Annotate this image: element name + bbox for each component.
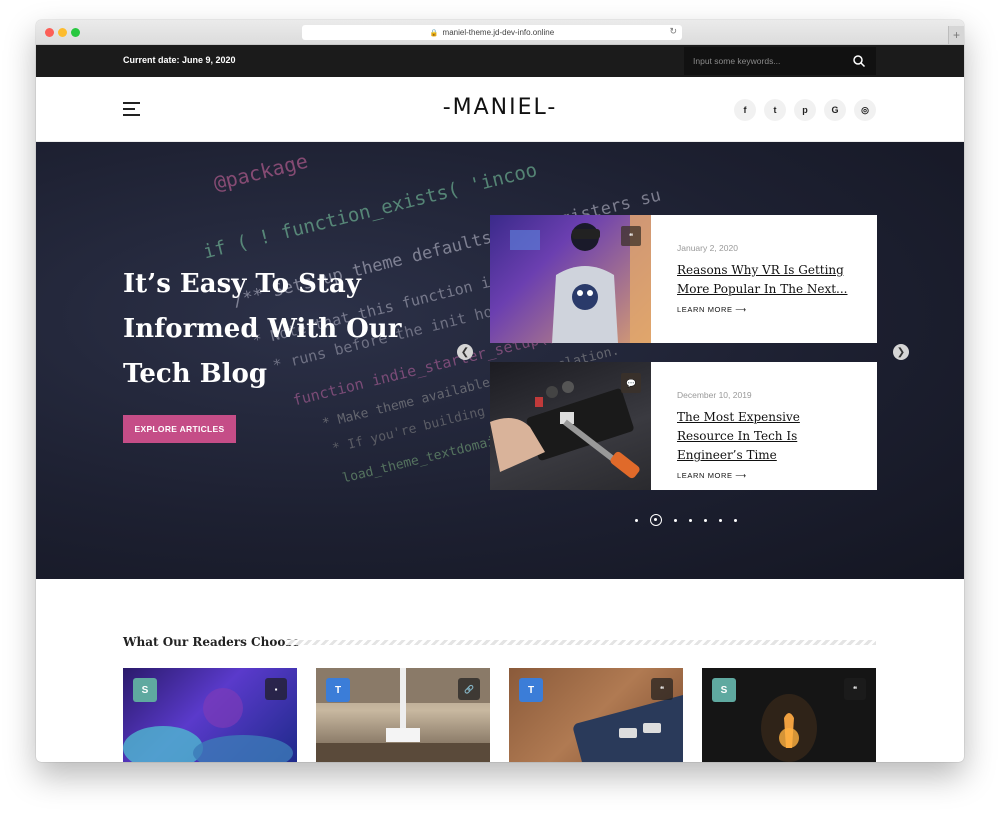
url-text: maniel-theme.jd-dev-info.online xyxy=(442,28,555,37)
chat-icon: ▪ xyxy=(265,678,287,700)
slider-dot[interactable] xyxy=(674,518,677,522)
slider-next-arrow-icon[interactable]: ❯ xyxy=(893,344,909,360)
explore-articles-button[interactable]: EXPLORE ARTICLES xyxy=(123,415,236,443)
learn-more-link[interactable]: LEARN MORE ⟶ xyxy=(677,305,857,314)
slider-dots xyxy=(635,514,737,526)
quote-icon: ❝ xyxy=(844,678,866,700)
twitter-icon[interactable]: t xyxy=(764,99,786,121)
post-thumbnail[interactable]: S ❝ xyxy=(702,668,876,762)
address-bar[interactable]: 🔒 maniel-theme.jd-dev-info.online ↻ xyxy=(302,25,682,40)
section-title: What Our Readers Choose xyxy=(123,635,300,649)
post-image[interactable]: 💬 xyxy=(490,362,651,490)
category-badge[interactable]: S xyxy=(133,678,157,702)
top-bar: Current date: June 9, 2020 xyxy=(36,45,964,77)
current-date: Current date: June 9, 2020 xyxy=(123,55,236,65)
post-title[interactable]: The Most Expensive Resource In Tech Is E… xyxy=(677,408,857,465)
browser-chrome: 🔒 maniel-theme.jd-dev-info.online ↻ + xyxy=(36,20,964,45)
link-icon: 🔗 xyxy=(458,678,480,700)
instagram-icon[interactable]: ◎ xyxy=(854,99,876,121)
browser-window: 🔒 maniel-theme.jd-dev-info.online ↻ + Cu… xyxy=(36,20,964,762)
slider-dot-active[interactable] xyxy=(650,514,662,526)
maximize-window-button[interactable] xyxy=(71,28,80,37)
post-content: December 10, 2019 The Most Expensive Res… xyxy=(651,362,857,490)
search-box xyxy=(684,47,876,75)
post-date: January 2, 2020 xyxy=(677,243,738,253)
slider-dot[interactable] xyxy=(734,518,737,522)
facebook-icon[interactable]: f xyxy=(734,99,756,121)
featured-post-card[interactable]: ❝ January 2, 2020 Reasons Why VR Is Gett… xyxy=(490,215,877,343)
code-line: @package xyxy=(211,148,311,196)
category-badge[interactable]: S xyxy=(712,678,736,702)
section-divider xyxy=(286,640,876,645)
slider-dot[interactable] xyxy=(719,518,722,522)
post-thumbnail[interactable]: T 🔗 xyxy=(316,668,490,762)
category-badge[interactable]: T xyxy=(326,678,350,702)
site-header: -MANIEL- f t p G ◎ xyxy=(36,77,964,142)
slider-dot[interactable] xyxy=(635,518,638,522)
social-links: f t p G ◎ xyxy=(734,99,876,121)
slider-dot[interactable] xyxy=(689,518,692,522)
post-thumbnail[interactable]: S ▪ xyxy=(123,668,297,762)
search-input[interactable] xyxy=(693,56,853,66)
post-title[interactable]: Reasons Why VR Is Getting More Popular I… xyxy=(677,261,857,299)
minimize-window-button[interactable] xyxy=(58,28,67,37)
category-badge[interactable]: T xyxy=(519,678,543,702)
close-window-button[interactable] xyxy=(45,28,54,37)
new-tab-button[interactable]: + xyxy=(948,26,964,44)
slider-dot[interactable] xyxy=(704,518,707,522)
chat-icon: 💬 xyxy=(621,373,641,393)
google-icon[interactable]: G xyxy=(824,99,846,121)
post-thumbnail[interactable]: T ❝ xyxy=(509,668,683,762)
post-image[interactable]: ❝ xyxy=(490,215,651,343)
post-date: December 10, 2019 xyxy=(677,390,752,400)
hero-section: @package if ( ! function_exists( 'incoo … xyxy=(36,142,964,579)
lock-icon: 🔒 xyxy=(429,29,439,37)
quote-icon: ❝ xyxy=(621,226,641,246)
learn-more-link[interactable]: LEARN MORE ⟶ xyxy=(677,471,857,480)
search-icon[interactable] xyxy=(852,54,866,68)
hero-title: It’s Easy To Stay Informed With Our Tech… xyxy=(123,269,402,389)
featured-post-card[interactable]: 💬 December 10, 2019 The Most Expensive R… xyxy=(490,362,877,490)
post-content: January 2, 2020 Reasons Why VR Is Gettin… xyxy=(651,215,857,343)
pinterest-icon[interactable]: p xyxy=(794,99,816,121)
reload-icon[interactable]: ↻ xyxy=(669,26,677,37)
quote-icon: ❝ xyxy=(651,678,673,700)
slider-prev-arrow-icon[interactable]: ❮ xyxy=(457,344,473,360)
